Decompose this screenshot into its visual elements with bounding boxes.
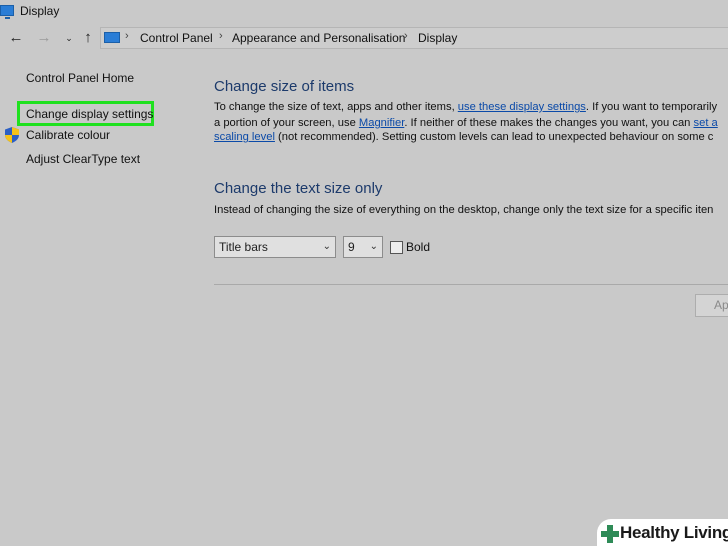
breadcrumb-control-panel[interactable]: Control Panel — [140, 31, 213, 45]
forward-arrow-icon[interactable]: → — [35, 29, 53, 47]
magnifier-link[interactable]: Magnifier — [359, 117, 404, 129]
change-size-heading: Change size of items — [214, 78, 355, 95]
chevron-down-icon: ⌄ — [369, 241, 378, 252]
text: a portion of your screen, use — [214, 117, 359, 129]
divider — [214, 284, 728, 285]
title-bar — [0, 0, 728, 24]
text: To change the size of text, apps and oth… — [214, 101, 458, 113]
back-arrow-icon[interactable]: ← — [7, 29, 25, 47]
breadcrumb-separator-icon[interactable]: › — [404, 30, 408, 42]
uac-shield-icon — [5, 127, 19, 143]
change-display-settings-link[interactable]: Change display settings — [26, 107, 153, 121]
display-icon — [0, 5, 14, 19]
text: . If you want to temporarily — [585, 101, 718, 113]
window-title: Display — [20, 4, 60, 18]
font-size-value: 9 — [348, 240, 355, 254]
watermark-text: Healthy Living — [620, 523, 728, 542]
display-settings-link[interactable]: use these display settings — [458, 101, 586, 113]
apply-button[interactable]: Ap — [695, 294, 728, 317]
breadcrumb-appearance[interactable]: Appearance and Personalisation — [232, 31, 405, 45]
text: (not recommended). Setting custom levels… — [274, 131, 714, 143]
plus-cross-icon — [601, 525, 619, 543]
bold-checkbox[interactable] — [390, 241, 403, 254]
control-panel-icon — [104, 32, 120, 43]
calibrate-colour-link[interactable]: Calibrate colour — [26, 128, 110, 142]
text-size-description: Instead of changing the size of everythi… — [214, 204, 714, 216]
breadcrumb-display[interactable]: Display — [418, 31, 457, 45]
bold-label[interactable]: Bold — [406, 240, 430, 254]
chevron-down-icon: ⌄ — [322, 241, 331, 252]
breadcrumb-separator-icon[interactable]: › — [125, 30, 129, 42]
up-arrow-icon[interactable]: ↑ — [79, 29, 97, 47]
size-description-line1: To change the size of text, apps and oth… — [214, 99, 717, 115]
text-size-heading: Change the text size only — [214, 180, 383, 197]
text: . If neither of these makes the changes … — [404, 117, 694, 129]
recent-locations-chevron-icon[interactable]: ⌄ — [60, 29, 78, 47]
control-panel-home-link[interactable]: Control Panel Home — [26, 71, 134, 85]
font-size-dropdown[interactable]: 9 ⌄ — [343, 236, 383, 258]
element-dropdown[interactable]: Title bars ⌄ — [214, 236, 336, 258]
scaling-level-link[interactable]: scaling level — [214, 131, 275, 143]
set-custom-scaling-link[interactable]: set a — [694, 117, 718, 129]
element-dropdown-value: Title bars — [219, 240, 268, 254]
adjust-cleartype-link[interactable]: Adjust ClearType text — [26, 152, 140, 166]
size-description-line3: scaling level (not recommended). Setting… — [214, 129, 713, 145]
breadcrumb-separator-icon[interactable]: › — [219, 30, 223, 42]
